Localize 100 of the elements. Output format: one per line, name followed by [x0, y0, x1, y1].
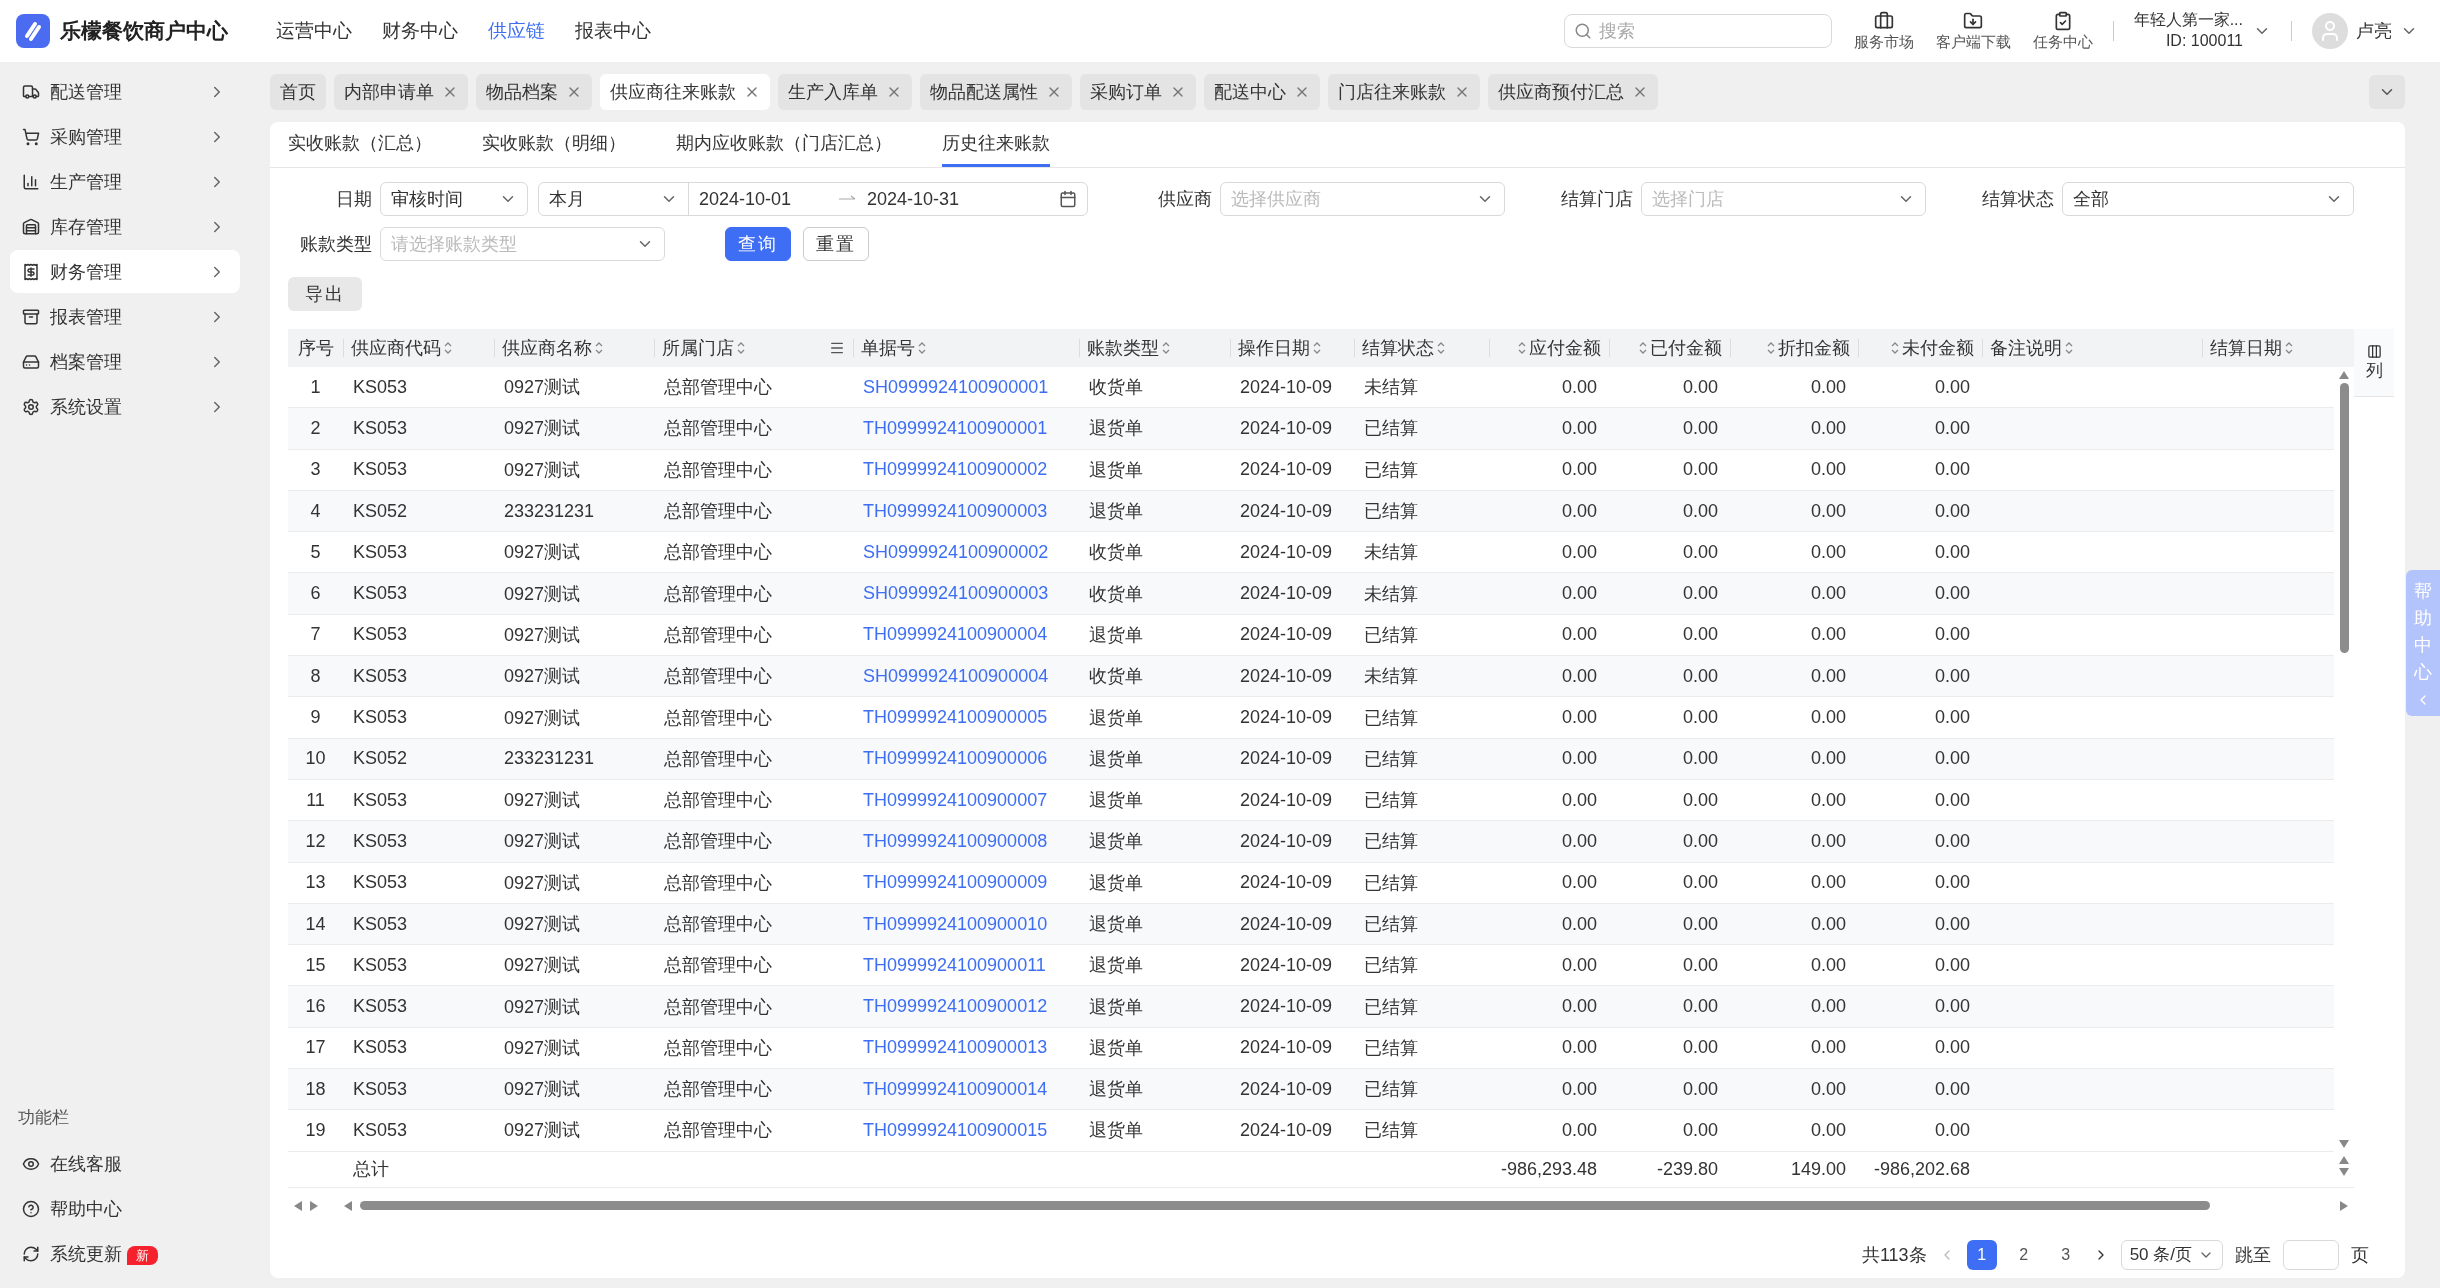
- column-header[interactable]: 未付金额: [1858, 329, 1982, 367]
- scroll-left-icon[interactable]: [344, 1200, 352, 1211]
- column-header[interactable]: 应付金额: [1489, 329, 1609, 367]
- sidebar-link[interactable]: 帮助中心: [10, 1186, 240, 1231]
- document-link[interactable]: TH0999924100900008: [853, 821, 1079, 862]
- page-tab[interactable]: 供应商预付汇总: [1488, 74, 1658, 110]
- sidebar-item[interactable]: 系统设置: [10, 385, 240, 428]
- document-link[interactable]: TH0999924100900012: [853, 986, 1079, 1027]
- start-date-field[interactable]: 2024-10-01: [689, 188, 839, 210]
- table-cell-text: KS053: [352, 788, 409, 812]
- toolbar-button[interactable]: 服务市场: [1853, 10, 1914, 52]
- page-tab[interactable]: 生产入库单: [778, 74, 912, 110]
- document-link[interactable]: TH0999924100900010: [853, 903, 1079, 945]
- document-link[interactable]: TH0999924100900001: [853, 408, 1079, 449]
- nav-item[interactable]: 财务中心: [382, 18, 458, 44]
- document-link[interactable]: TH0999924100900007: [853, 779, 1079, 821]
- page-number[interactable]: 2: [2008, 1239, 2039, 1270]
- page-number[interactable]: 1: [1966, 1239, 1997, 1270]
- column-header[interactable]: 操作日期: [1230, 329, 1354, 367]
- account-switcher[interactable]: 年轻人第一家... ID: 100011: [2133, 10, 2271, 52]
- column-header[interactable]: 折扣金额: [1730, 329, 1858, 367]
- document-link[interactable]: SH0999924100900001: [853, 367, 1079, 408]
- period-select[interactable]: 本月: [539, 183, 689, 215]
- page-tab[interactable]: 物品配送属性: [920, 74, 1072, 110]
- table-cell-text: KS053: [352, 1036, 409, 1060]
- nav-item[interactable]: 报表中心: [575, 18, 651, 44]
- document-link[interactable]: TH0999924100900009: [853, 862, 1079, 903]
- query-button[interactable]: 查询: [725, 227, 791, 261]
- sidebar-item[interactable]: 财务管理: [10, 250, 240, 293]
- page-size-select[interactable]: 50 条/页: [2120, 1239, 2223, 1270]
- scroll-left-icon[interactable]: [294, 1200, 302, 1211]
- column-header[interactable]: 供应商代码: [343, 329, 494, 367]
- sidebar-link[interactable]: 系统更新 新: [10, 1231, 240, 1276]
- scroll-right-icon[interactable]: [2340, 1200, 2348, 1211]
- sidebar-item[interactable]: 档案管理: [10, 340, 240, 383]
- total-cell-text: -239.80: [1655, 1157, 1719, 1181]
- column-header[interactable]: 结算状态: [1354, 329, 1489, 367]
- document-link[interactable]: TH0999924100900015: [853, 1110, 1079, 1151]
- page-tab[interactable]: 首页: [270, 74, 326, 110]
- document-link[interactable]: TH0999924100900014: [853, 1069, 1079, 1110]
- column-header[interactable]: 所属门店: [654, 329, 853, 367]
- sidebar-item[interactable]: 库存管理: [10, 205, 240, 248]
- document-link[interactable]: TH0999924100900002: [853, 449, 1079, 490]
- page-tab[interactable]: 门店往来账款: [1328, 74, 1480, 110]
- scroll-down-icon[interactable]: [2339, 1167, 2349, 1176]
- sub-tab[interactable]: 期内应收账款（门店汇总）: [676, 122, 892, 167]
- reset-button[interactable]: 重置: [803, 227, 869, 261]
- toolbar-button[interactable]: 任务中心: [2032, 10, 2093, 52]
- document-link[interactable]: TH0999924100900005: [853, 697, 1079, 738]
- sub-tab[interactable]: 历史往来账款: [942, 122, 1050, 167]
- document-link[interactable]: TH0999924100900003: [853, 490, 1079, 532]
- table-cell-text: 退货单: [1088, 747, 1144, 771]
- page-tab[interactable]: 采购订单: [1080, 74, 1196, 110]
- document-link[interactable]: TH0999924100900004: [853, 614, 1079, 656]
- column-header[interactable]: 已付金额: [1609, 329, 1730, 367]
- scroll-thumb[interactable]: [2339, 383, 2349, 653]
- page-input[interactable]: [2283, 1239, 2339, 1270]
- sub-tab[interactable]: 实收账款（明细）: [482, 122, 626, 167]
- page-tab[interactable]: 配送中心: [1204, 74, 1320, 110]
- sidebar-link[interactable]: 在线客服: [10, 1141, 240, 1186]
- menu-icon[interactable]: [829, 340, 845, 356]
- sidebar-item[interactable]: 配送管理: [10, 70, 240, 113]
- column-header[interactable]: 单据号: [853, 329, 1079, 367]
- document-link[interactable]: TH0999924100900006: [853, 738, 1079, 779]
- sidebar-item[interactable]: 报表管理: [10, 295, 240, 338]
- page-tab[interactable]: 物品档案: [476, 74, 592, 110]
- sub-tab[interactable]: 实收账款（汇总）: [288, 122, 432, 167]
- sidebar-item[interactable]: 生产管理: [10, 160, 240, 203]
- page-tab[interactable]: 内部申请单: [334, 74, 468, 110]
- nav-item[interactable]: 供应链: [488, 18, 545, 44]
- document-link[interactable]: SH0999924100900003: [853, 573, 1079, 614]
- table-cell-text: 0.00: [1560, 706, 1598, 729]
- date-range-field[interactable]: 本月 2024-10-01 2024-10-31: [538, 182, 1088, 216]
- column-header[interactable]: 账款类型: [1079, 329, 1230, 367]
- scroll-up-icon[interactable]: [2339, 371, 2349, 379]
- column-settings-button[interactable]: 列: [2354, 329, 2394, 397]
- page-tab[interactable]: 供应商往来账款: [600, 74, 770, 110]
- export-button[interactable]: 导出: [288, 277, 362, 311]
- column-header[interactable]: 供应商名称: [494, 329, 654, 367]
- table-cell-text: 已结算: [1363, 500, 1419, 524]
- page-number[interactable]: 3: [2050, 1239, 2081, 1270]
- document-link[interactable]: TH0999924100900013: [853, 1027, 1079, 1069]
- truck-icon: [22, 82, 40, 101]
- scroll-down-icon[interactable]: [2339, 1139, 2349, 1148]
- document-link[interactable]: TH0999924100900011: [853, 945, 1079, 986]
- user-menu[interactable]: 卢亮: [2312, 13, 2418, 49]
- end-date-field[interactable]: 2024-10-31: [857, 188, 1007, 210]
- nav-item[interactable]: 运营中心: [276, 18, 352, 44]
- document-link[interactable]: SH0999924100900004: [853, 656, 1079, 697]
- sidebar-item[interactable]: 采购管理: [10, 115, 240, 158]
- row-number: 19: [304, 1119, 327, 1142]
- column-header[interactable]: 备注说明: [1982, 329, 2202, 367]
- scroll-right-icon[interactable]: [310, 1200, 318, 1211]
- search-field[interactable]: 搜索: [1563, 14, 1832, 48]
- status-select[interactable]: 全部: [2062, 182, 2354, 216]
- column-header[interactable]: 结算日期: [2202, 329, 2334, 367]
- toolbar-button[interactable]: 客户端下载: [1935, 10, 2011, 52]
- date-basis-select[interactable]: 审核时间: [380, 182, 528, 216]
- scroll-up-icon[interactable]: [2339, 1155, 2349, 1164]
- document-link[interactable]: SH0999924100900002: [853, 532, 1079, 573]
